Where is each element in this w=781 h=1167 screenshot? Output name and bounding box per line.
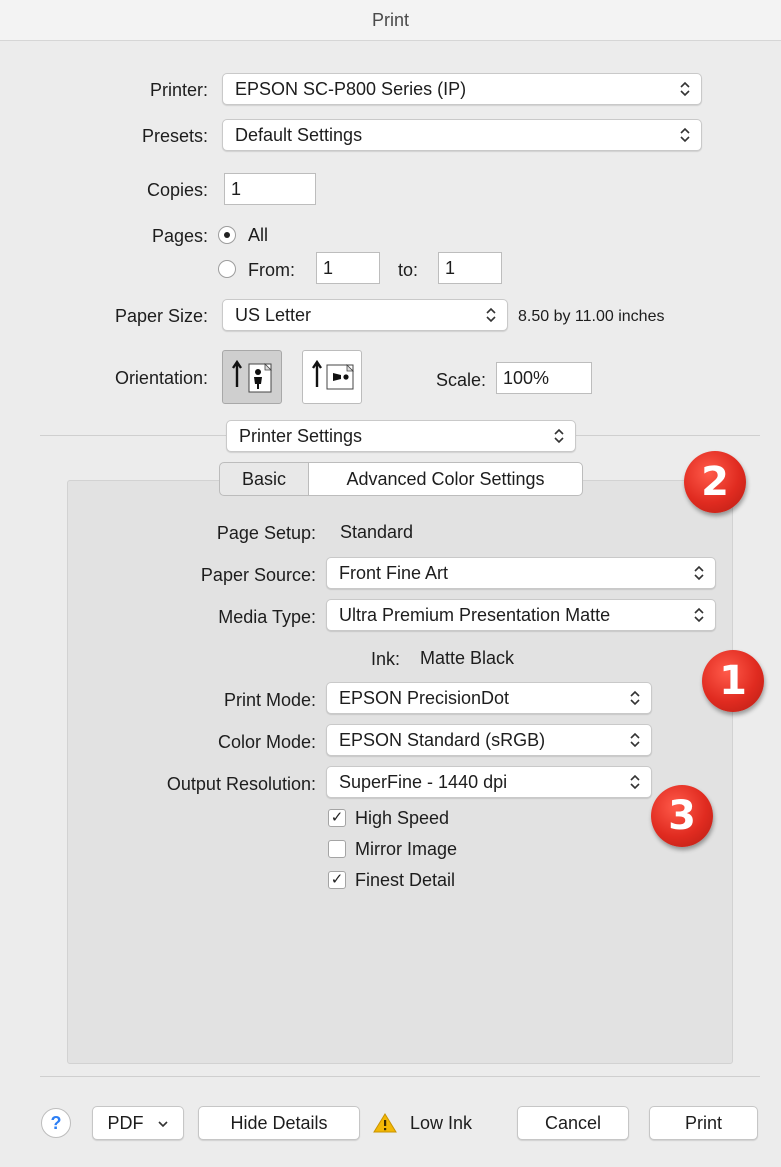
tab-basic[interactable]: Basic: [219, 462, 309, 496]
up-down-chevron-icon: [694, 607, 704, 623]
pages-from-label: From:: [248, 260, 295, 280]
mirror-image-checkbox[interactable]: [328, 840, 346, 858]
up-down-chevron-icon: [680, 81, 690, 97]
paper-size-label: Paper Size:: [114, 306, 208, 326]
output-resolution-value: SuperFine - 1440 dpi: [339, 772, 508, 792]
up-down-chevron-icon: [694, 565, 704, 581]
page-setup-value: Standard: [340, 522, 414, 542]
print-mode-value: EPSON PrecisionDot: [339, 688, 510, 708]
copies-input[interactable]: 1: [224, 173, 316, 205]
paper-size-value: US Letter: [235, 305, 312, 325]
help-button[interactable]: ?: [41, 1108, 71, 1138]
printer-label: Printer:: [149, 80, 208, 100]
portrait-person-icon: [232, 359, 272, 393]
print-mode-popup[interactable]: EPSON PrecisionDot: [326, 682, 652, 714]
window-title: Print: [371, 10, 409, 30]
pages-label: Pages:: [151, 226, 208, 246]
media-type-label: Media Type:: [218, 607, 316, 627]
landscape-person-icon: [312, 359, 354, 390]
section-popup-value: Printer Settings: [239, 426, 363, 446]
paper-source-popup[interactable]: Front Fine Art: [326, 557, 716, 589]
chevron-down-icon: [157, 1121, 168, 1128]
high-speed-checkbox[interactable]: ✓: [328, 809, 346, 827]
paper-size-popup[interactable]: US Letter: [222, 299, 508, 331]
presets-label: Presets:: [141, 126, 208, 146]
color-mode-popup[interactable]: EPSON Standard (sRGB): [326, 724, 652, 756]
presets-popup[interactable]: Default Settings: [222, 119, 702, 151]
hide-details-button[interactable]: Hide Details: [198, 1106, 360, 1140]
paper-source-value: Front Fine Art: [339, 563, 449, 583]
output-resolution-label: Output Resolution:: [166, 774, 316, 794]
ink-value: Matte Black: [420, 648, 515, 668]
page-setup-label: Page Setup:: [216, 523, 316, 543]
orientation-portrait-button[interactable]: [222, 350, 282, 404]
finest-detail-checkbox[interactable]: ✓: [328, 871, 346, 889]
scale-label: Scale:: [435, 370, 486, 390]
pages-to-input[interactable]: 1: [438, 252, 502, 284]
orientation-label: Orientation:: [114, 368, 208, 388]
pages-to-label: to:: [398, 260, 419, 280]
pdf-label: PDF: [107, 1113, 144, 1133]
callout-badge-1: 1: [702, 650, 764, 712]
footer-divider: [40, 1076, 760, 1077]
pages-from-input[interactable]: 1: [316, 252, 380, 284]
tab-advanced-color-settings[interactable]: Advanced Color Settings: [308, 462, 583, 496]
up-down-chevron-icon: [554, 428, 564, 444]
mirror-image-label: Mirror Image: [355, 839, 458, 859]
copies-label: Copies:: [146, 180, 208, 200]
up-down-chevron-icon: [630, 690, 640, 706]
warning-icon: [373, 1113, 397, 1133]
paper-dimensions: 8.50 by 11.00 inches: [518, 308, 665, 325]
high-speed-label: High Speed: [355, 808, 450, 828]
pages-all-label: All: [248, 225, 269, 245]
up-down-chevron-icon: [630, 774, 640, 790]
print-button[interactable]: Print: [649, 1106, 758, 1140]
orientation-landscape-button[interactable]: [302, 350, 362, 404]
paper-source-label: Paper Source:: [200, 565, 316, 585]
print-mode-label: Print Mode:: [223, 690, 316, 710]
output-resolution-popup[interactable]: SuperFine - 1440 dpi: [326, 766, 652, 798]
scale-input[interactable]: 100%: [496, 362, 592, 394]
presets-value: Default Settings: [235, 125, 363, 145]
color-mode-label: Color Mode:: [217, 732, 316, 752]
low-ink-label: Low Ink: [410, 1113, 473, 1133]
printer-value: EPSON SC-P800 Series (IP): [235, 79, 467, 99]
finest-detail-label: Finest Detail: [355, 870, 456, 890]
callout-badge-2: 2: [684, 451, 746, 513]
color-mode-value: EPSON Standard (sRGB): [339, 730, 546, 750]
pdf-menu-button[interactable]: PDF: [92, 1106, 184, 1140]
cancel-button[interactable]: Cancel: [517, 1106, 629, 1140]
callout-badge-3: 3: [651, 785, 713, 847]
up-down-chevron-icon: [486, 307, 496, 323]
section-popup[interactable]: Printer Settings: [226, 420, 576, 452]
printer-popup[interactable]: EPSON SC-P800 Series (IP): [222, 73, 702, 105]
pages-all-radio[interactable]: [218, 226, 236, 244]
media-type-popup[interactable]: Ultra Premium Presentation Matte: [326, 599, 716, 631]
pages-from-radio[interactable]: [218, 260, 236, 278]
up-down-chevron-icon: [680, 127, 690, 143]
up-down-chevron-icon: [630, 732, 640, 748]
ink-label: Ink:: [370, 649, 400, 669]
media-type-value: Ultra Premium Presentation Matte: [339, 605, 611, 625]
